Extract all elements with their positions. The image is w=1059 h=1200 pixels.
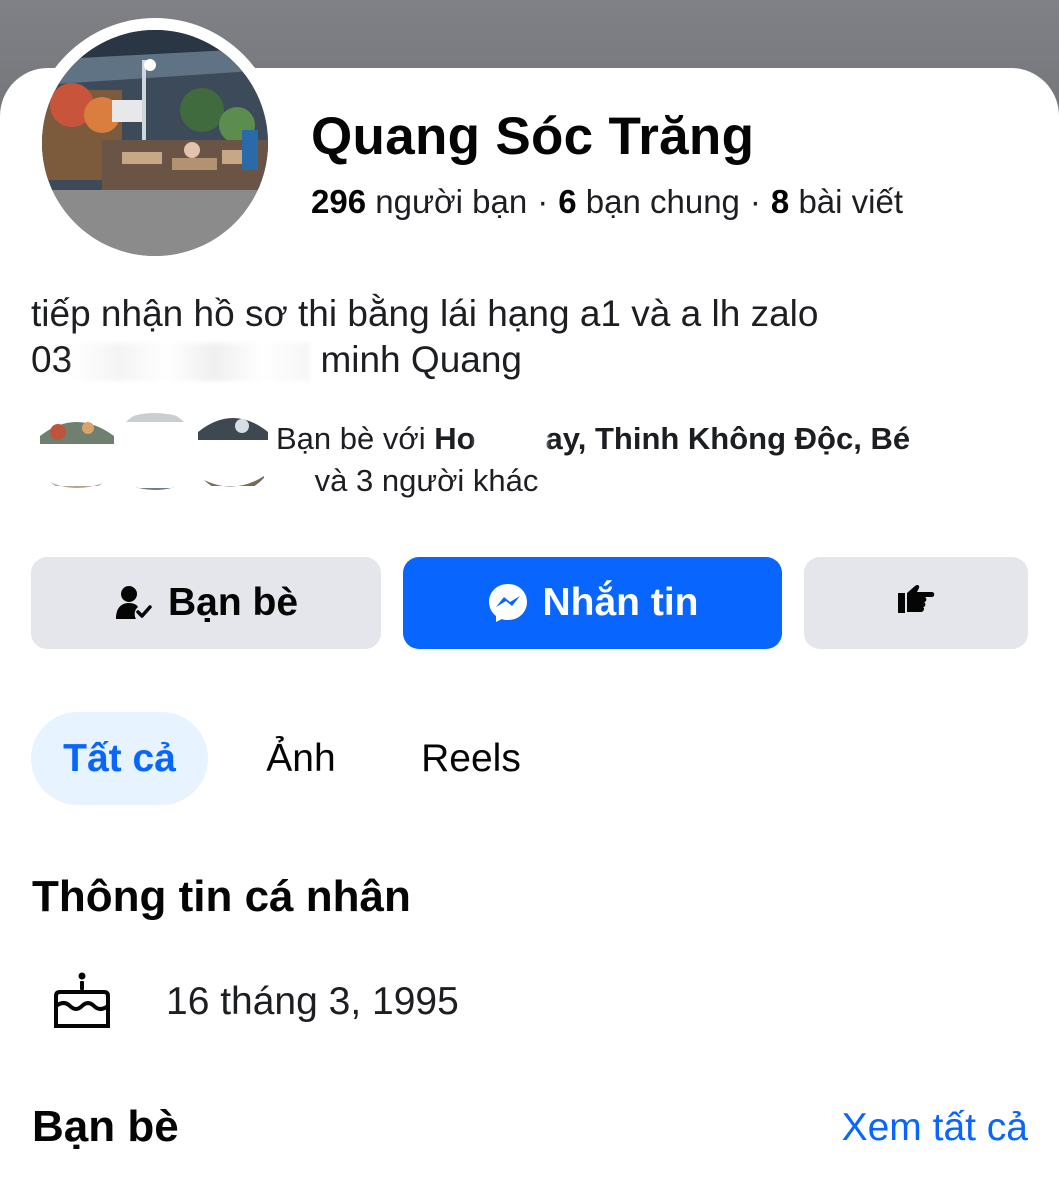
tab-reels[interactable]: Reels	[419, 712, 523, 805]
profile-bio: tiếp nhận hồ sơ thi bằng lái hạng a1 và …	[31, 291, 1011, 383]
message-button-label: Nhắn tin	[542, 581, 699, 624]
mutual-avatar[interactable]	[36, 410, 118, 492]
posts-count-label: bài viết	[798, 183, 903, 220]
mutual-friends-line-1: Bạn bè với Ho ay, Thinh Không Độc, Bé	[276, 418, 1016, 460]
bio-line-1: tiếp nhận hồ sơ thi bằng lái hạng a1 và …	[31, 293, 819, 334]
friends-section-title: Bạn bè	[32, 1102, 179, 1151]
mutual-suffix: và 3 người khác	[314, 463, 539, 498]
personal-info-title: Thông tin cá nhân	[32, 872, 411, 921]
posts-count: 8	[770, 183, 790, 220]
birthday-text: 16 tháng 3, 1995	[166, 980, 459, 1023]
mutual-avatar-image	[36, 410, 118, 492]
friends-count-label[interactable]: người bạn	[375, 183, 527, 220]
friends-button[interactable]: Bạn bè	[31, 557, 381, 649]
more-actions-button[interactable]	[804, 557, 1028, 649]
profile-name: Quang Sóc Trăng	[311, 107, 755, 166]
profile-stats: 296 người bạn · 6 bạn chung · 8 bài viết	[311, 183, 903, 221]
friends-button-label: Bạn bè	[167, 581, 299, 624]
stats-separator: ·	[537, 183, 549, 220]
stats-separator: ·	[749, 183, 761, 220]
bio-phone-redaction	[72, 343, 311, 382]
mutual-friend-avatars[interactable]	[36, 410, 276, 500]
mutual-prefix: Bạn bè với	[276, 421, 426, 456]
mutual-avatar[interactable]	[114, 410, 196, 492]
pointing-hand-icon	[896, 581, 936, 625]
mutual-redaction	[276, 467, 306, 498]
bio-suffix: minh Quang	[320, 339, 523, 380]
mutual-redaction	[475, 425, 546, 456]
messenger-icon	[487, 582, 529, 624]
mutual-friends-line-2: và 3 người khác	[276, 460, 1016, 502]
profile-avatar[interactable]	[42, 30, 268, 256]
tab-photos[interactable]: Ảnh	[261, 712, 341, 805]
mutual-avatar[interactable]	[192, 410, 274, 492]
see-all-friends-link[interactable]: Xem tất cả	[842, 1106, 1028, 1150]
tab-all[interactable]: Tất cả	[31, 712, 208, 805]
mutual-count: 6	[558, 183, 577, 220]
person-check-icon	[114, 583, 154, 623]
message-button[interactable]: Nhắn tin	[403, 557, 782, 649]
mutual-visible-fragment: ay, Thinh Không Độc, Bé	[545, 421, 911, 456]
bio-phone-prefix: 03	[31, 339, 73, 380]
friends-count: 296	[311, 183, 367, 220]
bio-line-2: 03 minh Quang	[31, 337, 1011, 383]
avatar-photo	[42, 30, 268, 256]
birthday-cake-icon	[54, 970, 110, 1030]
mutual-avatar-image	[114, 410, 196, 492]
mutual-friends-text[interactable]: Bạn bè với Ho ay, Thinh Không Độc, Bé và …	[276, 418, 1016, 502]
mutual-count-label[interactable]: bạn chung	[586, 183, 740, 220]
mutual-name-start: Ho	[434, 421, 476, 456]
mutual-avatar-image	[192, 410, 274, 492]
